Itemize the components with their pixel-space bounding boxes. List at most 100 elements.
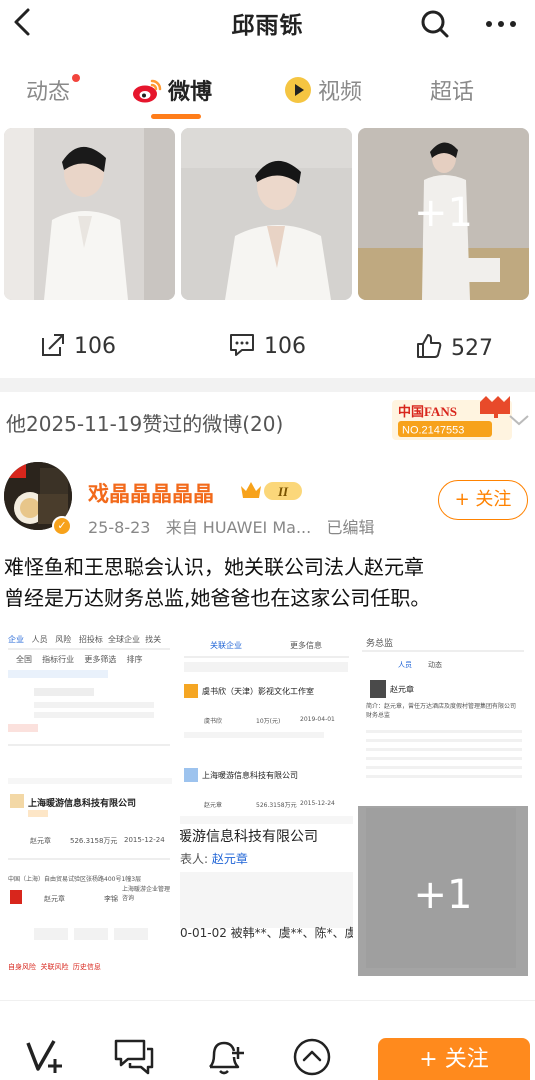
vip-level: II <box>277 484 289 499</box>
comment-icon <box>230 334 254 356</box>
shot-person: 赵元章 <box>44 895 65 903</box>
unread-dot <box>72 74 81 82</box>
china-fans-badge: 中国FANS NO.2147553 <box>392 396 512 440</box>
liked-header-text: 他2025-11-19赞过的微博(20) <box>6 412 284 436</box>
photo-man-white-suit <box>4 128 175 300</box>
shot-legal-rep: 赵元章 <box>30 837 51 845</box>
chevron-up-circle-icon <box>293 1038 331 1076</box>
thumbs-up-icon <box>417 334 442 358</box>
post-photo[interactable] <box>4 128 175 300</box>
profile-tabs: 动态 微博 视频 超话 <box>0 62 535 120</box>
comment-count: 106 <box>264 334 306 359</box>
section-divider <box>0 378 535 392</box>
top-nav-bar: 邱雨铄 <box>0 0 535 48</box>
scroll-top-button[interactable] <box>290 1035 334 1079</box>
shot-company: 上海暖游信息科技有限公司 <box>28 799 137 809</box>
shot-header: 务总监 <box>366 639 394 649</box>
post-action-bar: 106 106 527 <box>0 326 535 372</box>
repost-icon <box>42 334 64 356</box>
video-play-icon <box>285 77 311 103</box>
more-dots-icon <box>486 21 516 27</box>
shot-person: 李锦 <box>104 895 118 903</box>
shot-tab: 动态 <box>428 661 442 669</box>
message-button[interactable] <box>112 1035 156 1079</box>
more-photos-overlay[interactable]: +1 <box>358 806 528 976</box>
shot-footer-item: 关联风险 <box>40 963 69 971</box>
repost-button[interactable]: 106 <box>40 332 116 359</box>
shot-footer-item: 自身风险 <box>8 963 36 971</box>
shot-tab: 企业 <box>8 635 24 644</box>
post-edited: 已编辑 <box>326 518 375 537</box>
author-name[interactable]: 戏晶晶晶晶晶 <box>88 478 214 508</box>
shot-tab: 关联企业 <box>210 641 242 650</box>
photo-man-white-suit <box>181 128 352 300</box>
vplus-button[interactable] <box>24 1035 68 1079</box>
tab-weibo[interactable]: 微博 <box>132 74 212 106</box>
shot-big-rep-line: 表人: 赵元章 <box>180 850 248 867</box>
post-photo[interactable]: 关联企业 更多信息 虞书欣（天津）影视文化工作室 虞书欣 10万(元) 2019… <box>180 628 353 976</box>
shot-date: 2019-04-01 <box>300 716 335 723</box>
vip-level-badge: II <box>241 482 302 500</box>
more-photos-count: +1 <box>414 190 473 236</box>
shot-bottom-text: 0-01-02 被韩**、虞**、陈*、虞**、 <box>180 926 353 940</box>
post-date: 25-8-23 <box>88 518 151 537</box>
tab-label: 超话 <box>430 80 475 105</box>
shot-date: 2015-12-24 <box>300 800 335 807</box>
tab-dynamic[interactable]: 动态 <box>26 74 81 106</box>
shot-date: 2015-12-24 <box>124 836 165 844</box>
post-photo[interactable] <box>181 128 352 300</box>
shot-address: 中国（上海）自由贸易试验区张杨路400号1幢3层 <box>8 876 142 883</box>
shot-big-rep-label: 表人: <box>180 852 209 866</box>
shot-footer-item: 历史信息 <box>72 963 101 971</box>
active-tab-indicator <box>151 114 201 119</box>
like-count: 527 <box>451 336 493 361</box>
post-text: 难怪鱼和王思聪会认识，她关联公司法人赵元章 曾经是万达财务总监,她爸爸也在这家公… <box>4 552 532 614</box>
shot-person-name: 赵元章 <box>390 685 414 694</box>
tab-label: 微博 <box>168 80 213 105</box>
shot-filter: 排序 <box>126 655 143 664</box>
shot-tab: 风险 <box>55 635 72 644</box>
post-source: 来自 HUAWEI Ma... <box>165 518 312 537</box>
vplus-icon <box>26 1040 62 1073</box>
shot-tab: 找关 <box>145 635 162 644</box>
follow-main-button[interactable]: + 关注 <box>378 1038 530 1080</box>
post-photo[interactable]: 企业 人员 风险 招投标 全球企业 找关 全国 指标行业 更多筛选 排序 上海暖… <box>4 628 174 976</box>
shot-company2: 上海暖游企业管理咨询 <box>122 886 171 902</box>
tab-label: 视频 <box>318 80 363 105</box>
liked-weibo-header[interactable]: 他2025-11-19赞过的微博(20) 中国FANS NO.2147553 <box>0 392 535 448</box>
post-text-line: 曾经是万达财务总监,她爸爸也在这家公司任职。 <box>4 586 431 610</box>
bell-plus-icon <box>209 1041 244 1075</box>
more-photos-count: +1 <box>413 872 473 918</box>
post-photo-more[interactable]: +1 <box>358 128 529 300</box>
weibo-logo-icon <box>133 79 162 103</box>
shot-capital: 10万(元) <box>256 718 281 725</box>
repost-count: 106 <box>74 334 116 359</box>
shot-footer: 自身风险 关联风险 历史信息 <box>8 962 101 972</box>
search-icon <box>421 10 449 38</box>
shot-filter: 指标行业 <box>42 655 75 664</box>
chevron-down-icon <box>509 415 529 426</box>
search-button[interactable] <box>417 6 453 42</box>
tab-video[interactable]: 视频 <box>284 74 362 106</box>
comment-button[interactable]: 106 <box>228 332 306 359</box>
shot-rep: 赵元章 <box>204 802 223 809</box>
shot-company: 上海暖游信息科技有限公司 <box>202 771 298 780</box>
shot-tab: 人员 <box>398 661 412 669</box>
like-button[interactable]: 527 <box>415 332 493 361</box>
more-button[interactable] <box>481 6 521 42</box>
follow-button[interactable]: + 关注 <box>438 480 528 520</box>
tab-label: 动态 <box>26 80 71 105</box>
shot-capital: 526.3158万元 <box>70 837 118 845</box>
shot-tab: 人员 <box>31 635 48 644</box>
fan-badge-title: 中国FANS <box>398 404 457 419</box>
page-title: 邱雨铄 <box>231 13 304 39</box>
shot-desc: 简介：赵元章，曾任万达酒店及度假村管理集团有限公司 财务总监 <box>366 703 517 719</box>
shot-company: 虞书欣（天津）影视文化工作室 <box>202 687 314 696</box>
shot-rep: 虞书欣 <box>204 718 223 725</box>
notify-button[interactable] <box>202 1035 246 1079</box>
shot-big-company: 暖游信息科技有限公司 <box>180 829 318 845</box>
tab-supertopic[interactable]: 超话 <box>430 74 474 106</box>
shot-tab: 全球企业 <box>108 635 141 644</box>
shot-filters: 全国 指标行业 更多筛选 排序 <box>16 654 143 665</box>
post-meta: 25-8-23 来自 HUAWEI Ma... 已编辑 <box>88 514 375 538</box>
